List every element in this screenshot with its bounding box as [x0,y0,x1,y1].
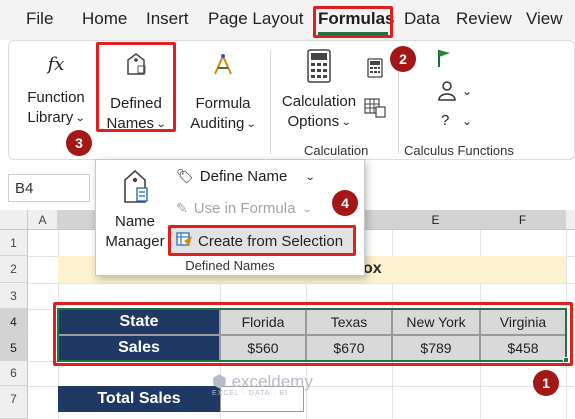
flag-icon[interactable] [436,48,452,68]
highlight-create-from-selection [168,225,356,256]
column-header-a[interactable]: A [28,210,58,230]
chevron-down-icon: ⌄ [340,117,352,128]
menu-review[interactable]: Review [456,9,512,29]
total-sales-label[interactable]: Total Sales [58,386,220,412]
menu-view[interactable]: View [526,9,563,29]
step-badge-2: 2 [390,46,416,72]
chevron-down-icon[interactable]: ⌄ [462,114,472,128]
row-header-5[interactable]: 5 [0,335,28,361]
menu-file[interactable]: File [26,9,53,29]
tag-icon: 🏷 [176,168,194,184]
formula-auditing-label-1: Formula [195,95,251,112]
gridline [28,283,575,284]
row-header-2[interactable]: 2 [0,256,28,283]
chevron-down-icon: ⌄ [74,113,86,124]
help-question-button[interactable]: ? [441,112,449,129]
column-header-overflow [566,210,575,230]
calculation-options-label-1: Calculation [281,93,357,110]
formula-tag-icon: ✎ [176,200,188,216]
menu-bar: File Home Insert Page Layout Formulas Da… [0,0,575,40]
name-manager-icon [124,169,148,203]
step-badge-1: 1 [533,370,559,396]
calculus-functions-group-label: Calculus Functions [404,143,514,158]
calculation-group-label: Calculation [304,143,369,158]
function-library-label-1: Function [27,89,85,106]
name-box[interactable]: B4 [8,174,90,202]
highlight-formulas-tab [313,6,393,38]
formula-auditing-icon [214,53,232,75]
chevron-down-icon: ⌄ [246,119,258,130]
calculation-options-button[interactable]: Calculation Options ⌄ [276,48,362,133]
chevron-down-icon[interactable]: ⌄ [304,172,315,183]
watermark-logo-icon: ⬢ [212,372,227,391]
calculator-icon [307,49,331,83]
menu-home[interactable]: Home [82,9,127,29]
step-badge-3: 3 [66,130,92,156]
row-header-3[interactable]: 3 [0,283,28,309]
select-all-corner[interactable] [0,210,28,230]
menu-insert[interactable]: Insert [146,9,189,29]
row-header-4[interactable]: 4 [0,309,28,335]
function-library-button[interactable]: fx Function Library ⌄ [18,52,94,129]
exceldemy-watermark: ⬢ exceldemy EXCEL · DATA · BI [212,372,313,397]
name-manager-label-1: Name [114,213,155,230]
chevron-down-icon[interactable]: ⌄ [462,84,472,98]
calculation-options-label-2: Options [287,113,340,130]
formula-auditing-button[interactable]: Formula Auditing ⌄ [186,52,260,135]
define-name-item[interactable]: 🏷 Define Name ⌄ [176,168,315,185]
defined-names-dropdown: Name Manager 🏷 Define Name ⌄ ✎ Use in Form… [95,159,365,276]
column-header-f[interactable]: F [480,210,566,230]
name-manager-label-2: Manager [105,233,165,250]
fx-icon: fx [47,54,65,75]
title-text: ox [363,260,382,277]
step-badge-4: 4 [332,190,358,216]
highlight-data-range [53,302,573,366]
highlight-defined-names [96,42,176,132]
watermark-tagline: EXCEL · DATA · BI [212,390,288,397]
name-manager-button[interactable]: Name Manager [102,168,168,252]
row-header-1[interactable]: 1 [0,230,28,256]
use-in-formula-label: Use in Formula [193,200,296,217]
function-library-label-2: Library [27,109,74,126]
watermark-name: exceldemy [231,372,313,391]
calculate-now-icon[interactable] [366,58,384,78]
calculate-sheet-icon[interactable] [364,98,386,118]
menu-page-layout[interactable]: Page Layout [208,9,303,29]
defined-names-group-label: Defined Names [185,258,275,273]
column-header-e[interactable]: E [392,210,480,230]
row-header-7[interactable]: 7 [0,386,28,419]
person-icon[interactable] [436,80,458,102]
formula-auditing-label-2: Auditing [190,115,245,132]
chevron-down-icon: ⌄ [301,204,313,215]
define-name-label: Define Name [199,168,288,185]
use-in-formula-item[interactable]: ✎ Use in Formula ⌄ [176,200,313,217]
menu-data[interactable]: Data [404,9,440,29]
ribbon-separator [270,50,271,154]
row-header-6[interactable]: 6 [0,361,28,386]
